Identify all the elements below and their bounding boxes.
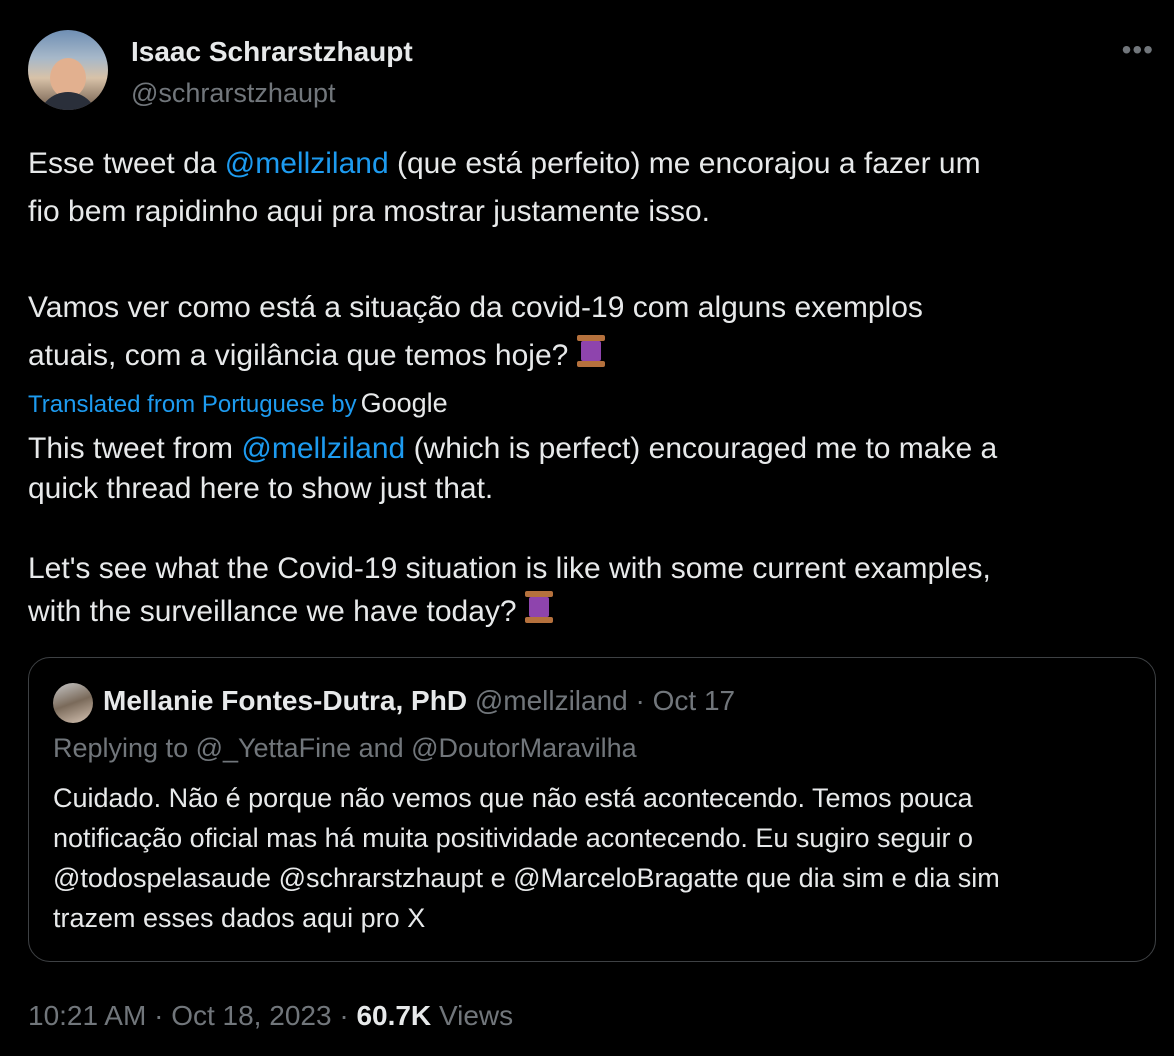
avatar-body (38, 92, 98, 110)
author-avatar[interactable] (28, 30, 108, 110)
quoted-author-handle[interactable]: @mellziland (475, 685, 628, 716)
footer-separator: · (154, 1000, 164, 1031)
quoted-line4: trazem esses dados aqui pro X (53, 903, 426, 933)
original-line2: fio bem rapidinho aqui pra mostrar justa… (28, 195, 711, 228)
mention-link[interactable]: @mellziland (225, 147, 389, 180)
views-label: Views (438, 1000, 514, 1031)
quoted-author-name[interactable]: Mellanie Fontes-Dutra, PhD (103, 685, 467, 716)
translation-label-text: Translated from Portuguese by (28, 391, 357, 418)
author-name[interactable]: Isaac Schrarstzhaupt (131, 36, 413, 68)
original-line1-pre: Esse tweet da (28, 147, 225, 180)
quoted-tweet[interactable]: Mellanie Fontes-Dutra, PhD @mellziland ·… (28, 657, 1156, 962)
quoted-header: Mellanie Fontes-Dutra, PhD @mellziland ·… (103, 685, 735, 717)
original-text: Esse tweet da @mellziland (que está perf… (28, 140, 1148, 380)
quoted-date[interactable]: Oct 17 (653, 685, 735, 716)
views-count: 60.7K (356, 1000, 432, 1031)
quoted-avatar[interactable] (53, 683, 93, 723)
translated-line4: with the surveillance we have today? (28, 595, 525, 628)
translation-label[interactable]: Translated from Portuguese by Google (28, 388, 448, 419)
original-line1-post: (que está perfeito) me encorajou a fazer… (388, 147, 981, 180)
translated-line1-pre: This tweet from (28, 432, 242, 465)
spool-of-thread-icon (524, 589, 553, 625)
quoted-line3: @todospelasaude @schrarstzhaupt e @Marce… (53, 863, 1000, 893)
quoted-line2: notificação oficial mas há muita positiv… (53, 823, 974, 853)
spool-of-thread-icon (576, 333, 605, 369)
quoted-replying-to: Replying to @_YettaFine and @DoutorMarav… (53, 733, 637, 763)
original-line4: atuais, com a vigilância que temos hoje? (28, 339, 577, 372)
quoted-body: Cuidado. Não é porque não vemos que não … (53, 778, 1133, 938)
translated-text: This tweet from @mellziland (which is pe… (28, 429, 1148, 632)
author-handle[interactable]: @schrarstzhaupt (131, 78, 336, 109)
translated-line2: quick thread here to show just that. (28, 472, 494, 505)
quoted-separator: · (635, 685, 645, 716)
translated-line3: Let's see what the Covid-19 situation is… (28, 552, 991, 585)
tweet-time[interactable]: 10:21 AM (28, 1000, 146, 1031)
original-line3: Vamos ver como está a situação da covid-… (28, 291, 923, 324)
tweet-date[interactable]: Oct 18, 2023 (171, 1000, 331, 1031)
translated-line1-post: (which is perfect) encouraged me to make… (405, 432, 998, 465)
tweet-footer: 10:21 AM · Oct 18, 2023 · 60.7K Views (28, 1000, 513, 1032)
footer-separator: · (339, 1000, 349, 1031)
more-options-icon[interactable]: ••• (1122, 34, 1154, 66)
mention-link[interactable]: @mellziland (241, 432, 405, 465)
google-logo: Google (360, 388, 448, 418)
quoted-line1: Cuidado. Não é porque não vemos que não … (53, 783, 973, 813)
